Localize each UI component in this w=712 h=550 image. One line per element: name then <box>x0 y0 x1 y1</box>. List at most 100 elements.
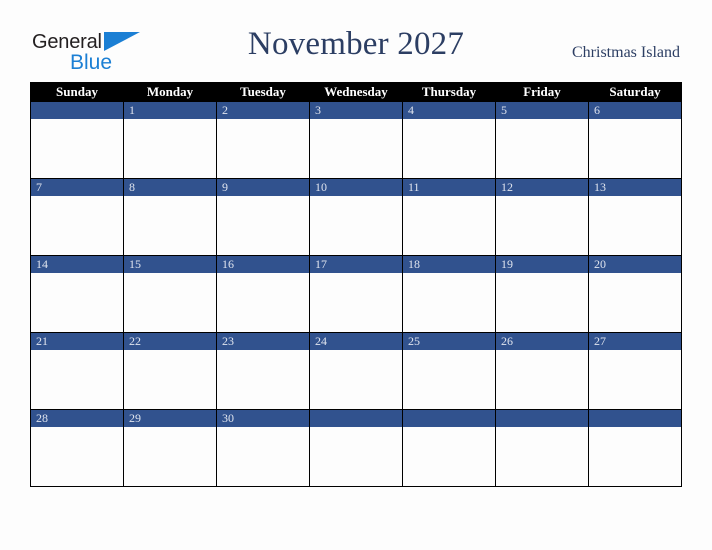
calendar-day-cell[interactable]: 30 <box>216 409 310 487</box>
day-number: 4 <box>408 103 414 117</box>
day-event-area[interactable] <box>310 119 402 178</box>
calendar-day-cell[interactable]: 27 <box>588 332 682 410</box>
day-number: 1 <box>129 103 135 117</box>
calendar-day-cell[interactable]: 20 <box>588 255 682 333</box>
calendar-day-cell[interactable]: 5 <box>495 101 589 179</box>
day-event-area[interactable] <box>124 350 216 409</box>
calendar-day-cell[interactable]: 15 <box>123 255 217 333</box>
day-event-area[interactable] <box>589 273 681 332</box>
calendar-day-cell[interactable]: 23 <box>216 332 310 410</box>
day-number-bar: 23 <box>217 333 309 350</box>
calendar-day-cell[interactable]: 22 <box>123 332 217 410</box>
day-event-area[interactable] <box>403 350 495 409</box>
day-event-area[interactable] <box>124 273 216 332</box>
weekday-header-monday: Monday <box>123 82 217 102</box>
day-cell-inner: 8 <box>124 179 216 255</box>
day-number: 16 <box>222 257 234 271</box>
calendar-week-row: 21 22 23 24 25 26 27 <box>30 332 682 410</box>
day-number-bar: 14 <box>31 256 123 273</box>
day-cell-inner: 6 <box>589 102 681 178</box>
day-cell-inner: 16 <box>217 256 309 332</box>
day-event-area[interactable] <box>403 427 495 486</box>
calendar-day-cell[interactable]: 19 <box>495 255 589 333</box>
calendar-day-cell[interactable]: 26 <box>495 332 589 410</box>
day-event-area[interactable] <box>496 427 588 486</box>
day-cell-inner: 26 <box>496 333 588 409</box>
calendar-day-cell[interactable]: 7 <box>30 178 124 256</box>
calendar-day-cell[interactable]: 11 <box>402 178 496 256</box>
day-event-area[interactable] <box>496 350 588 409</box>
weekday-header-tuesday: Tuesday <box>216 82 310 102</box>
calendar-day-cell[interactable]: 4 <box>402 101 496 179</box>
day-event-area[interactable] <box>496 273 588 332</box>
day-number: 5 <box>501 103 507 117</box>
calendar-day-cell[interactable]: 24 <box>309 332 403 410</box>
calendar-day-cell[interactable] <box>309 409 403 487</box>
day-cell-inner: 4 <box>403 102 495 178</box>
calendar-day-cell[interactable] <box>495 409 589 487</box>
calendar-day-cell[interactable]: 21 <box>30 332 124 410</box>
calendar-day-cell[interactable] <box>402 409 496 487</box>
day-event-area[interactable] <box>310 350 402 409</box>
day-number: 20 <box>594 257 606 271</box>
calendar-day-cell[interactable]: 14 <box>30 255 124 333</box>
calendar-day-cell[interactable]: 12 <box>495 178 589 256</box>
day-event-area[interactable] <box>31 427 123 486</box>
day-cell-inner: 25 <box>403 333 495 409</box>
day-cell-inner: 21 <box>31 333 123 409</box>
day-event-area[interactable] <box>496 119 588 178</box>
calendar-day-cell[interactable] <box>588 409 682 487</box>
day-event-area[interactable] <box>310 427 402 486</box>
calendar-day-cell[interactable] <box>30 101 124 179</box>
day-number: 27 <box>594 334 606 348</box>
day-cell-inner: 3 <box>310 102 402 178</box>
day-event-area[interactable] <box>31 119 123 178</box>
calendar-day-cell[interactable]: 17 <box>309 255 403 333</box>
calendar-day-cell[interactable]: 29 <box>123 409 217 487</box>
calendar-day-cell[interactable]: 18 <box>402 255 496 333</box>
day-number-bar: 17 <box>310 256 402 273</box>
calendar-day-cell[interactable]: 6 <box>588 101 682 179</box>
day-event-area[interactable] <box>31 350 123 409</box>
day-event-area[interactable] <box>589 196 681 255</box>
day-number-bar: 24 <box>310 333 402 350</box>
calendar-day-cell[interactable]: 25 <box>402 332 496 410</box>
weekday-header-friday: Friday <box>495 82 589 102</box>
calendar-day-cell[interactable]: 8 <box>123 178 217 256</box>
day-number: 30 <box>222 411 234 425</box>
day-event-area[interactable] <box>403 273 495 332</box>
day-event-area[interactable] <box>217 273 309 332</box>
day-number: 9 <box>222 180 228 194</box>
day-event-area[interactable] <box>589 427 681 486</box>
calendar-day-cell[interactable]: 3 <box>309 101 403 179</box>
day-event-area[interactable] <box>31 273 123 332</box>
day-number: 6 <box>594 103 600 117</box>
day-event-area[interactable] <box>217 427 309 486</box>
day-event-area[interactable] <box>217 119 309 178</box>
calendar-day-cell[interactable]: 13 <box>588 178 682 256</box>
day-event-area[interactable] <box>403 119 495 178</box>
day-cell-inner: 7 <box>31 179 123 255</box>
day-event-area[interactable] <box>124 119 216 178</box>
calendar-day-cell[interactable]: 10 <box>309 178 403 256</box>
day-event-area[interactable] <box>589 350 681 409</box>
day-event-area[interactable] <box>124 427 216 486</box>
calendar-day-cell[interactable]: 2 <box>216 101 310 179</box>
day-event-area[interactable] <box>124 196 216 255</box>
calendar-page: General Blue November 2027 Christmas Isl… <box>0 0 712 550</box>
calendar-week-row: 7 8 9 10 11 12 13 <box>30 178 682 256</box>
day-event-area[interactable] <box>310 196 402 255</box>
day-event-area[interactable] <box>496 196 588 255</box>
day-event-area[interactable] <box>217 196 309 255</box>
day-event-area[interactable] <box>217 350 309 409</box>
calendar-day-cell[interactable]: 16 <box>216 255 310 333</box>
day-event-area[interactable] <box>403 196 495 255</box>
day-event-area[interactable] <box>589 119 681 178</box>
weekday-header-saturday: Saturday <box>588 82 682 102</box>
day-number-bar: 13 <box>589 179 681 196</box>
day-event-area[interactable] <box>310 273 402 332</box>
calendar-day-cell[interactable]: 28 <box>30 409 124 487</box>
calendar-day-cell[interactable]: 1 <box>123 101 217 179</box>
day-event-area[interactable] <box>31 196 123 255</box>
calendar-day-cell[interactable]: 9 <box>216 178 310 256</box>
